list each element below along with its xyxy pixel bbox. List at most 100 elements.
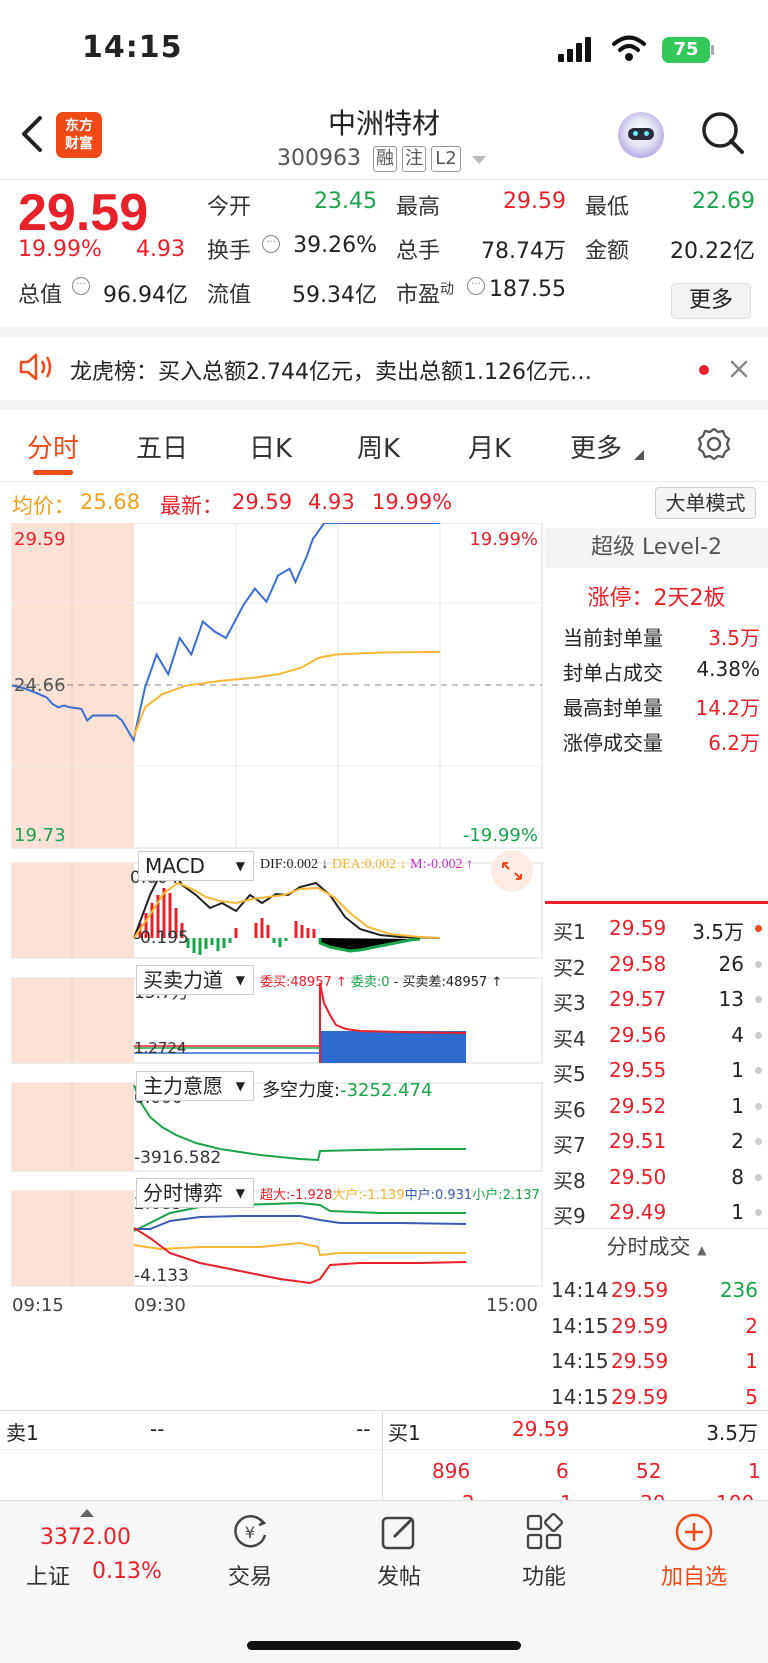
level2-stat-value: 14.2万 (695, 696, 760, 720)
level2-stat-label: 当前封单量 (563, 626, 663, 650)
bid-row: 买9 29.49 1 (545, 1194, 768, 1230)
pre-market-shade (12, 1083, 134, 1171)
bid-dot (755, 1138, 762, 1145)
level2-stat-label: 涨停成交量 (563, 731, 663, 755)
tab-intraday[interactable]: 分时 (27, 428, 79, 465)
stock-header: 东方 财富 中洲特材 300963 融 注 L2 (0, 100, 768, 180)
level2-stat-value: 4.38% (696, 657, 760, 681)
index-value: 3372.00 (40, 1525, 131, 1550)
robot-assistant-icon[interactable] (618, 112, 664, 158)
level2-stat-value: 3.5万 (708, 626, 760, 650)
status-time: 14:15 (82, 30, 183, 65)
trades-header[interactable]: 分时成交 ▲ (545, 1228, 768, 1264)
trade-row: 14:15 29.59 2 (545, 1308, 768, 1344)
bid-dot (755, 996, 762, 1003)
volume-value: 78.74万 (481, 239, 566, 264)
right-panel: 超级 Level-2 涨停：2天2板 当前封单量 3.5万 封单占成交 4.38… (545, 528, 768, 1410)
trade-volume: 5 (745, 1384, 758, 1409)
chart-tabs: 分时 五日 日K 周K 月K 更多 (0, 410, 768, 482)
grid-apps-icon (526, 1512, 564, 1550)
macd-bottom-value: -0.195 (134, 928, 189, 948)
wifi-icon (612, 35, 646, 61)
tab-daily-k[interactable]: 日K (249, 428, 292, 465)
expand-button[interactable] (491, 850, 533, 892)
macd-selector[interactable]: MACD ▼ (138, 851, 254, 881)
bid-row: 买2 29.58 26 (545, 946, 768, 982)
bid-price: 29.59 (609, 916, 667, 940)
price-chart[interactable]: 29.59 24.66 19.73 19.99% -19.99% 0.604 -… (0, 523, 545, 1410)
bid-volume: 8 (731, 1164, 744, 1189)
price-axis-top: 29.59 (14, 529, 66, 550)
tab-weekly-k[interactable]: 周K (357, 428, 400, 465)
bid-label: 买7 (553, 1133, 586, 1157)
notice-bar[interactable]: 龙虎榜：买入总额2.744亿元，卖出总额1.126亿元… (0, 338, 768, 410)
svg-text:¥: ¥ (245, 1523, 255, 1542)
price-axis-bottom: 19.73 (14, 825, 66, 846)
info-icon[interactable]: ··· (262, 235, 280, 253)
force-selector[interactable]: 买卖力道 ▼ (136, 965, 254, 995)
nav-functions[interactable]: 功能 (494, 1511, 594, 1591)
close-icon[interactable] (730, 360, 748, 378)
more-button[interactable]: 更多 (671, 283, 751, 319)
latest-price-label: 最新： (160, 494, 223, 518)
add-circle-icon (675, 1513, 713, 1551)
main-force-selector[interactable]: 主力意愿 ▼ (136, 1071, 254, 1101)
buy1-label: 买1 (388, 1421, 421, 1445)
nav-add-watchlist[interactable]: 加自选 (644, 1511, 744, 1591)
bid-label: 买1 (553, 920, 586, 944)
bid-price: 29.57 (609, 987, 667, 1011)
info-icon[interactable]: ··· (72, 277, 90, 295)
home-indicator (247, 1641, 521, 1650)
low-value: 22.69 (692, 189, 755, 214)
pct-axis-bottom: -19.99% (463, 825, 538, 846)
nav-trade[interactable]: ¥ 交易 (200, 1511, 300, 1591)
time-axis-close: 15:00 (486, 1295, 538, 1316)
queue-order: 896 (432, 1459, 471, 1483)
queue-order: 6 (556, 1459, 569, 1483)
status-bar: 14:15 75 (0, 0, 768, 100)
tab-more[interactable]: 更多 (570, 428, 622, 465)
bottom-nav: 3372.00 上证 0.13% ¥ 交易 发帖 功能 加自选 (0, 1500, 768, 1663)
bid-dot (755, 1209, 762, 1216)
bid-dot (755, 960, 762, 968)
trade-time: 14:15 (551, 1384, 609, 1409)
current-price: 29.59 (18, 184, 149, 242)
bid-volume: 4 (731, 1022, 744, 1047)
bid-row: 买3 29.57 13 (545, 981, 768, 1017)
bid-label: 买5 (553, 1062, 586, 1086)
bid-price: 29.56 (609, 1022, 667, 1047)
bid-label: 买4 (553, 1026, 586, 1051)
bid-row: 买8 29.50 8 (545, 1159, 768, 1195)
notice-text[interactable]: 龙虎榜：买入总额2.744亿元，卖出总额1.126亿元… (70, 354, 670, 386)
info-icon[interactable]: ··· (467, 277, 485, 295)
time-axis-start: 09:15 (12, 1295, 64, 1316)
trade-price: 29.59 (611, 1384, 669, 1409)
tab-monthly-k[interactable]: 月K (468, 428, 511, 465)
gear-icon[interactable] (696, 426, 732, 462)
search-icon[interactable] (700, 110, 746, 156)
index-widget[interactable]: 3372.00 上证 0.13% (0, 1501, 168, 1611)
time-axis-open: 09:30 (134, 1295, 186, 1316)
divider (545, 901, 768, 904)
pre-market-shade (12, 978, 134, 1063)
nav-post[interactable]: 发帖 (349, 1511, 449, 1591)
trade-time: 14:15 (551, 1313, 609, 1338)
bid-label: 买8 (553, 1168, 586, 1193)
battery-icon: 75 (662, 37, 710, 63)
bid-dot (755, 925, 762, 932)
bid-label: 买2 (553, 955, 586, 980)
price-axis-mid: 24.66 (14, 675, 66, 696)
trade-row: 14:14 29.59 236 (545, 1272, 768, 1308)
pre-market-shade (12, 863, 134, 958)
tab-five-day[interactable]: 五日 (136, 428, 188, 465)
dropdown-caret-icon[interactable] (472, 156, 486, 166)
latest-price-value: 29.59 (232, 490, 293, 514)
game-selector[interactable]: 分时博弈 ▼ (136, 1178, 254, 1208)
big-order-mode-button[interactable]: 大单模式 (655, 487, 756, 519)
bid-price: 29.50 (609, 1164, 667, 1189)
turnover-label: 换手 (207, 239, 252, 264)
notice-unread-dot (699, 365, 709, 375)
index-change: 0.13% (92, 1559, 162, 1584)
level2-title[interactable]: 超级 Level-2 (545, 528, 768, 568)
intraday-chart-area: 29.59 24.66 19.73 19.99% -19.99% 0.604 -… (0, 523, 545, 1410)
